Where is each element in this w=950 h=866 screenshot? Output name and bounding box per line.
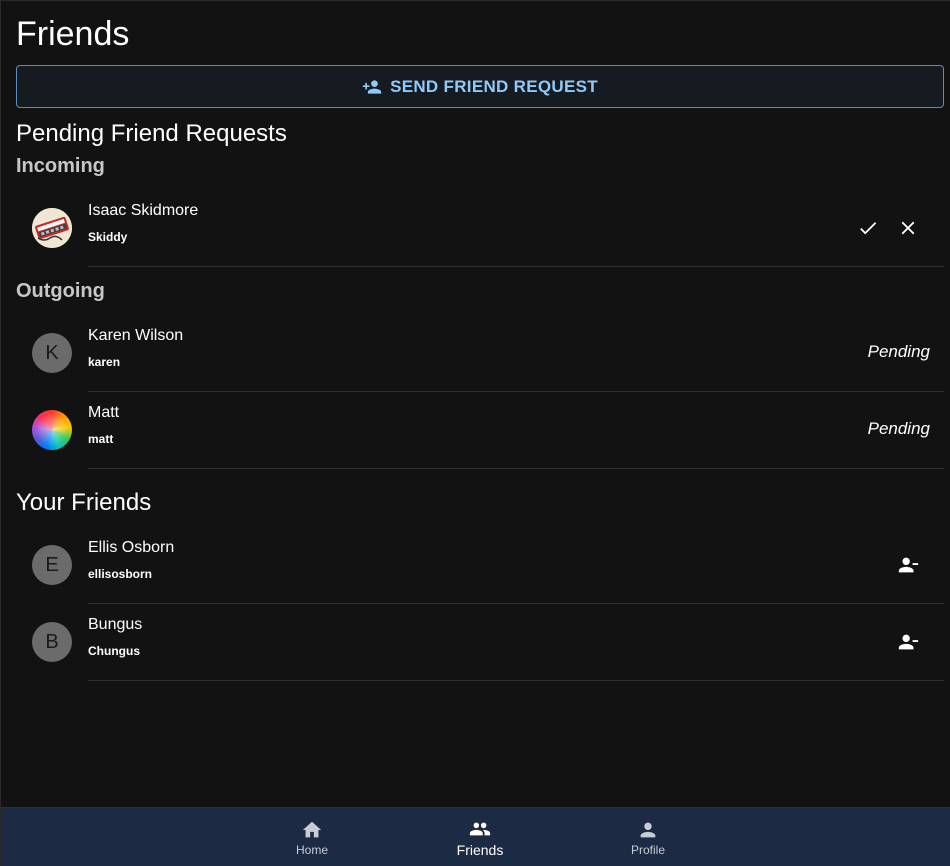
friend-handle: ellisosborn [88, 567, 153, 581]
avatar: K [32, 333, 72, 373]
remove-friend-button[interactable] [894, 628, 922, 656]
nav-profile-label: Profile [630, 842, 665, 857]
avatar [32, 208, 72, 248]
nav-home-label: Home [295, 842, 328, 857]
incoming-request-row: Isaac Skidmore Skiddy [16, 190, 944, 267]
your-friends-heading: Your Friends [16, 489, 152, 516]
home-icon [302, 821, 322, 837]
person-remove-icon [898, 634, 919, 650]
avatar: E [32, 545, 72, 585]
people-icon [469, 822, 491, 835]
friend-name: Bungus [88, 616, 143, 633]
outgoing-request-row: Matt matt Pending [16, 392, 944, 469]
avatar [32, 410, 72, 450]
divider [88, 468, 944, 469]
send-friend-request-button[interactable]: SEND FRIEND REQUEST [16, 65, 944, 108]
pending-status: Pending [867, 419, 930, 438]
friend-row: E Ellis Osborn ellisosborn [16, 527, 944, 604]
nav-profile[interactable]: Profile [588, 808, 708, 866]
pending-requests-heading: Pending Friend Requests [16, 120, 287, 147]
friend-handle: Chungus [88, 644, 140, 658]
friend-row: B Bungus Chungus [16, 604, 944, 681]
friend-handle: matt [88, 432, 114, 446]
friend-name: Isaac Skidmore [88, 202, 199, 219]
avatar: B [32, 622, 72, 662]
person-remove-icon [898, 557, 919, 573]
nav-friends[interactable]: Friends [420, 808, 540, 866]
check-icon [860, 222, 877, 235]
accept-request-button[interactable] [854, 214, 882, 242]
friend-handle: Skiddy [88, 230, 128, 244]
decline-request-button[interactable] [894, 214, 922, 242]
pending-status: Pending [867, 342, 930, 361]
bottom-navigation: Home Friends Profile [1, 807, 950, 866]
nav-friends-label: Friends [456, 841, 504, 858]
divider [88, 266, 944, 267]
person-icon [640, 822, 656, 837]
person-add-icon [362, 79, 382, 94]
close-icon [901, 221, 915, 235]
divider [88, 680, 944, 681]
incoming-heading: Incoming [16, 155, 105, 177]
outgoing-heading: Outgoing [16, 280, 105, 302]
remove-friend-button[interactable] [894, 551, 922, 579]
friend-name: Ellis Osborn [88, 539, 175, 556]
outgoing-request-row: K Karen Wilson karen Pending [16, 315, 944, 392]
send-friend-request-label: SEND FRIEND REQUEST [390, 76, 598, 96]
page-title: Friends [16, 15, 130, 53]
friend-name: Karen Wilson [88, 327, 184, 344]
nav-home[interactable]: Home [252, 808, 372, 866]
friend-handle: karen [88, 355, 121, 369]
friend-name: Matt [88, 404, 120, 421]
